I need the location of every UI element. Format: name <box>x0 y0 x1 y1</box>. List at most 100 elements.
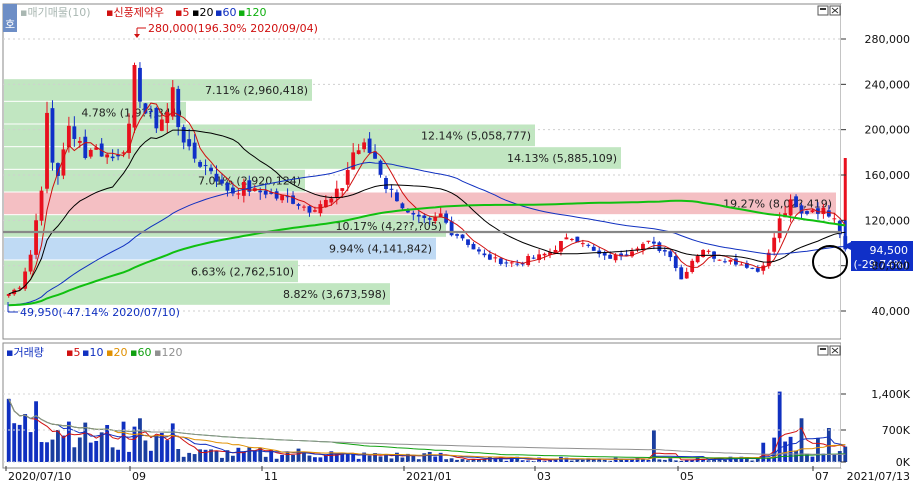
volume-bar <box>127 451 131 462</box>
candle-body <box>586 244 591 246</box>
candle-body <box>651 241 656 244</box>
candle-body <box>794 196 798 208</box>
maximize-volume-pane-button[interactable] <box>817 345 829 356</box>
volume-bar <box>624 459 629 462</box>
candle-body <box>482 253 487 256</box>
close-price-pane-button[interactable] <box>829 5 841 16</box>
volume-bar <box>438 452 443 462</box>
candle-body <box>662 250 667 252</box>
volume-bar <box>94 440 99 462</box>
candle-body <box>313 210 317 212</box>
candle-body <box>318 204 323 214</box>
candle-body <box>209 167 213 172</box>
x-tick-label: 11 <box>264 470 278 483</box>
candle-body <box>307 206 312 213</box>
volume-bar <box>99 432 104 462</box>
candle-body <box>258 190 263 193</box>
volume-profile-label: 12.14% (5,058,777) <box>421 129 531 142</box>
stock-chart-window: 7.11% (2,960,418) 4.78% (1,9??,341) 12.14%… <box>0 0 914 483</box>
volume-bar <box>34 401 38 462</box>
volume-bar <box>88 442 93 462</box>
close-volume-pane-button[interactable] <box>829 345 841 356</box>
volume-ma20: ▪20 <box>106 346 127 359</box>
volume-profile-label: 14.13% (5,885,109) <box>507 152 617 165</box>
y-tick-label: 40,000 <box>872 305 911 318</box>
volume-bar <box>181 456 186 462</box>
candle-body <box>580 243 585 245</box>
candle-body <box>826 210 831 217</box>
volume-bar <box>318 457 323 462</box>
volume-bar <box>411 455 416 462</box>
candle-body <box>821 207 826 215</box>
candle-body <box>389 188 394 190</box>
candle-body <box>192 142 197 159</box>
volume-bar <box>378 456 383 462</box>
volume-y-tick-label: 1,400K <box>871 388 910 401</box>
candle-body <box>28 254 33 272</box>
volume-bar <box>28 432 33 462</box>
volume-y-tick-label: 700K <box>882 424 911 437</box>
candle-body <box>438 213 443 217</box>
candle-body <box>706 250 711 252</box>
x-tick-label: 03 <box>537 470 551 483</box>
candle-body <box>302 206 306 208</box>
candle-body <box>805 211 809 214</box>
candle-body <box>395 192 399 202</box>
volume-bar <box>148 450 153 462</box>
candle-body <box>17 287 22 289</box>
candle-body <box>340 188 345 191</box>
candle-body <box>220 179 224 184</box>
candle-body <box>624 254 629 256</box>
volume-bar <box>236 447 241 462</box>
candle-body <box>148 111 153 113</box>
volume-bar <box>187 452 192 462</box>
candle-body <box>569 239 574 241</box>
volume-ma120: ▪120 <box>154 346 182 359</box>
volume-bar <box>389 458 394 462</box>
volume-bar <box>367 455 372 462</box>
candle-body <box>466 239 470 245</box>
candle-body <box>493 257 498 259</box>
candle-body <box>411 212 416 215</box>
candle-body <box>329 198 334 203</box>
tag-label: 호 <box>5 18 15 31</box>
volume-bar <box>323 455 328 462</box>
candle-body <box>280 195 285 201</box>
candle-body <box>274 191 279 199</box>
candle-body <box>159 119 164 131</box>
legend-ma5: ▪5 <box>175 6 189 19</box>
candle-body <box>679 267 684 280</box>
y-tick-label: 200,000 <box>865 124 911 137</box>
volume-bar <box>170 423 175 462</box>
volume-bar <box>220 457 224 462</box>
volume-bar <box>761 442 766 462</box>
volume-bar <box>285 452 290 462</box>
candle-body <box>728 259 733 262</box>
candle-body <box>526 255 531 265</box>
candle-body <box>657 242 662 251</box>
candle-body <box>110 156 115 159</box>
volume-profile-label: 9.94% (4,141,842) <box>329 243 432 256</box>
volume-bar <box>280 454 285 462</box>
candle-body <box>334 188 339 198</box>
candle-body <box>799 205 804 214</box>
volume-bar <box>832 454 837 462</box>
x-tick-label: 07 <box>815 470 829 483</box>
candle-body <box>772 237 777 252</box>
maximize-price-pane-button[interactable] <box>817 5 829 16</box>
candle-body <box>777 218 782 239</box>
volume-bar <box>105 424 110 462</box>
x-tick-label: 05 <box>680 470 694 483</box>
volume-bar <box>230 455 235 462</box>
candle-body <box>176 88 181 128</box>
volume-bar <box>23 414 28 462</box>
candle-body <box>843 158 847 221</box>
candle-body <box>296 204 301 206</box>
volume-bar <box>427 451 432 462</box>
candle-body <box>695 255 700 263</box>
candle-body <box>422 215 427 219</box>
volume-bar <box>154 435 159 462</box>
volume-ma5: ▪5 <box>66 346 80 359</box>
candle-body <box>646 240 651 242</box>
volume-bar <box>77 437 82 462</box>
